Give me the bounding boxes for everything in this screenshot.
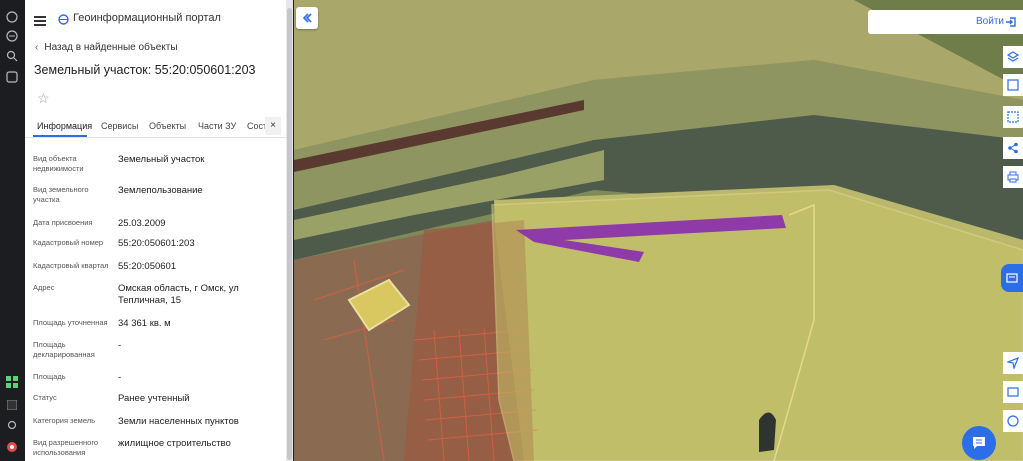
field-label: Площадь xyxy=(33,372,66,381)
location-icon[interactable] xyxy=(5,440,19,454)
search-icon[interactable] xyxy=(5,49,19,63)
info-icon[interactable] xyxy=(1003,410,1023,432)
panel-scrollbar[interactable] xyxy=(286,0,293,461)
active-tab-indicator xyxy=(33,135,87,137)
k-icon[interactable] xyxy=(5,398,19,412)
field-value: Ранее учтенный xyxy=(118,393,190,404)
link-icon[interactable] xyxy=(5,418,19,432)
legend-panel-icon[interactable] xyxy=(1001,264,1023,292)
layers-tool-icon[interactable] xyxy=(1003,46,1023,68)
field-value: Земельный участок xyxy=(118,154,205,165)
app-sidebar xyxy=(0,0,25,461)
back-label: Назад в найденные объекты xyxy=(44,42,178,53)
field-label: Адрес xyxy=(33,283,55,292)
share-icon[interactable] xyxy=(1003,137,1023,159)
map-view-icon[interactable] xyxy=(1003,381,1023,403)
apps-icon[interactable] xyxy=(5,375,19,389)
field-value: 55:20:050601 xyxy=(118,261,177,272)
print-icon[interactable] xyxy=(1003,166,1023,188)
tab-objects[interactable]: Объекты xyxy=(149,121,186,131)
scrollbar-thumb[interactable] xyxy=(287,8,292,460)
collapse-panel-button[interactable] xyxy=(296,7,318,29)
panel-header: Геоинформационный портал xyxy=(25,0,291,36)
login-button[interactable]: Войти xyxy=(868,10,1023,34)
field-label: Площадь уточненная xyxy=(33,318,108,327)
field-value: 34 361 кв. м xyxy=(118,318,171,329)
object-title: Земельный участок: 55:20:050601:203 xyxy=(34,63,256,77)
field-value: Омская область, г Омск, ул Тепличная, 15 xyxy=(118,283,239,306)
login-icon xyxy=(1005,15,1017,33)
login-label: Войти xyxy=(976,16,1004,27)
field-label: Статус xyxy=(33,393,57,402)
globe-icon xyxy=(58,12,69,30)
field-value: - xyxy=(118,372,122,383)
field-label: Вид объекта недвижимости xyxy=(33,154,84,173)
field-label: Кадастровый квартал xyxy=(33,261,109,270)
field-value: Земли населенных пунктов xyxy=(118,416,239,427)
chat-button[interactable] xyxy=(962,426,996,460)
object-info-panel: Геоинформационный портал ‹ Назад в найден… xyxy=(25,0,291,461)
satellite-map[interactable] xyxy=(294,0,1023,461)
portal-title: Геоинформационный портал xyxy=(73,12,221,24)
field-label: Кадастровый номер xyxy=(33,238,104,247)
navigate-icon[interactable] xyxy=(1003,352,1023,374)
close-icon[interactable]: × xyxy=(265,117,281,135)
measure-area-icon[interactable] xyxy=(1003,106,1023,128)
layers-icon[interactable] xyxy=(5,29,19,43)
grid-icon[interactable] xyxy=(5,70,19,84)
field-label: Категория земель xyxy=(33,416,96,425)
select-tool-icon[interactable] xyxy=(1003,74,1023,96)
tab-info[interactable]: Информация xyxy=(37,121,92,131)
tab-services[interactable]: Сервисы xyxy=(101,121,138,131)
favorite-star-icon[interactable]: ☆ xyxy=(37,90,50,107)
chat-icon xyxy=(973,437,985,449)
field-value: 25.03.2009 xyxy=(118,218,166,229)
field-label: Площадь декларированная xyxy=(33,340,95,359)
field-value: 55:20:050601:203 xyxy=(118,238,195,249)
field-label: Дата присвоения xyxy=(33,218,93,227)
settings-icon[interactable] xyxy=(5,10,19,24)
back-to-results-link[interactable]: ‹ Назад в найденные объекты xyxy=(35,42,178,53)
menu-icon[interactable] xyxy=(34,13,46,31)
map-view[interactable] xyxy=(294,0,1023,461)
field-value: Землепользование xyxy=(118,185,203,196)
object-tabs: Информация Сервисы Объекты Части ЗУ Сост… xyxy=(25,117,287,138)
field-value: жилищное строительство xyxy=(118,438,231,449)
field-value: - xyxy=(118,340,122,351)
chevron-left-icon: ‹ xyxy=(35,42,39,53)
field-label: Вид земельного участка xyxy=(33,185,89,204)
field-label: Вид разрешенного использования xyxy=(33,438,99,457)
tab-parts[interactable]: Части ЗУ xyxy=(198,121,236,131)
